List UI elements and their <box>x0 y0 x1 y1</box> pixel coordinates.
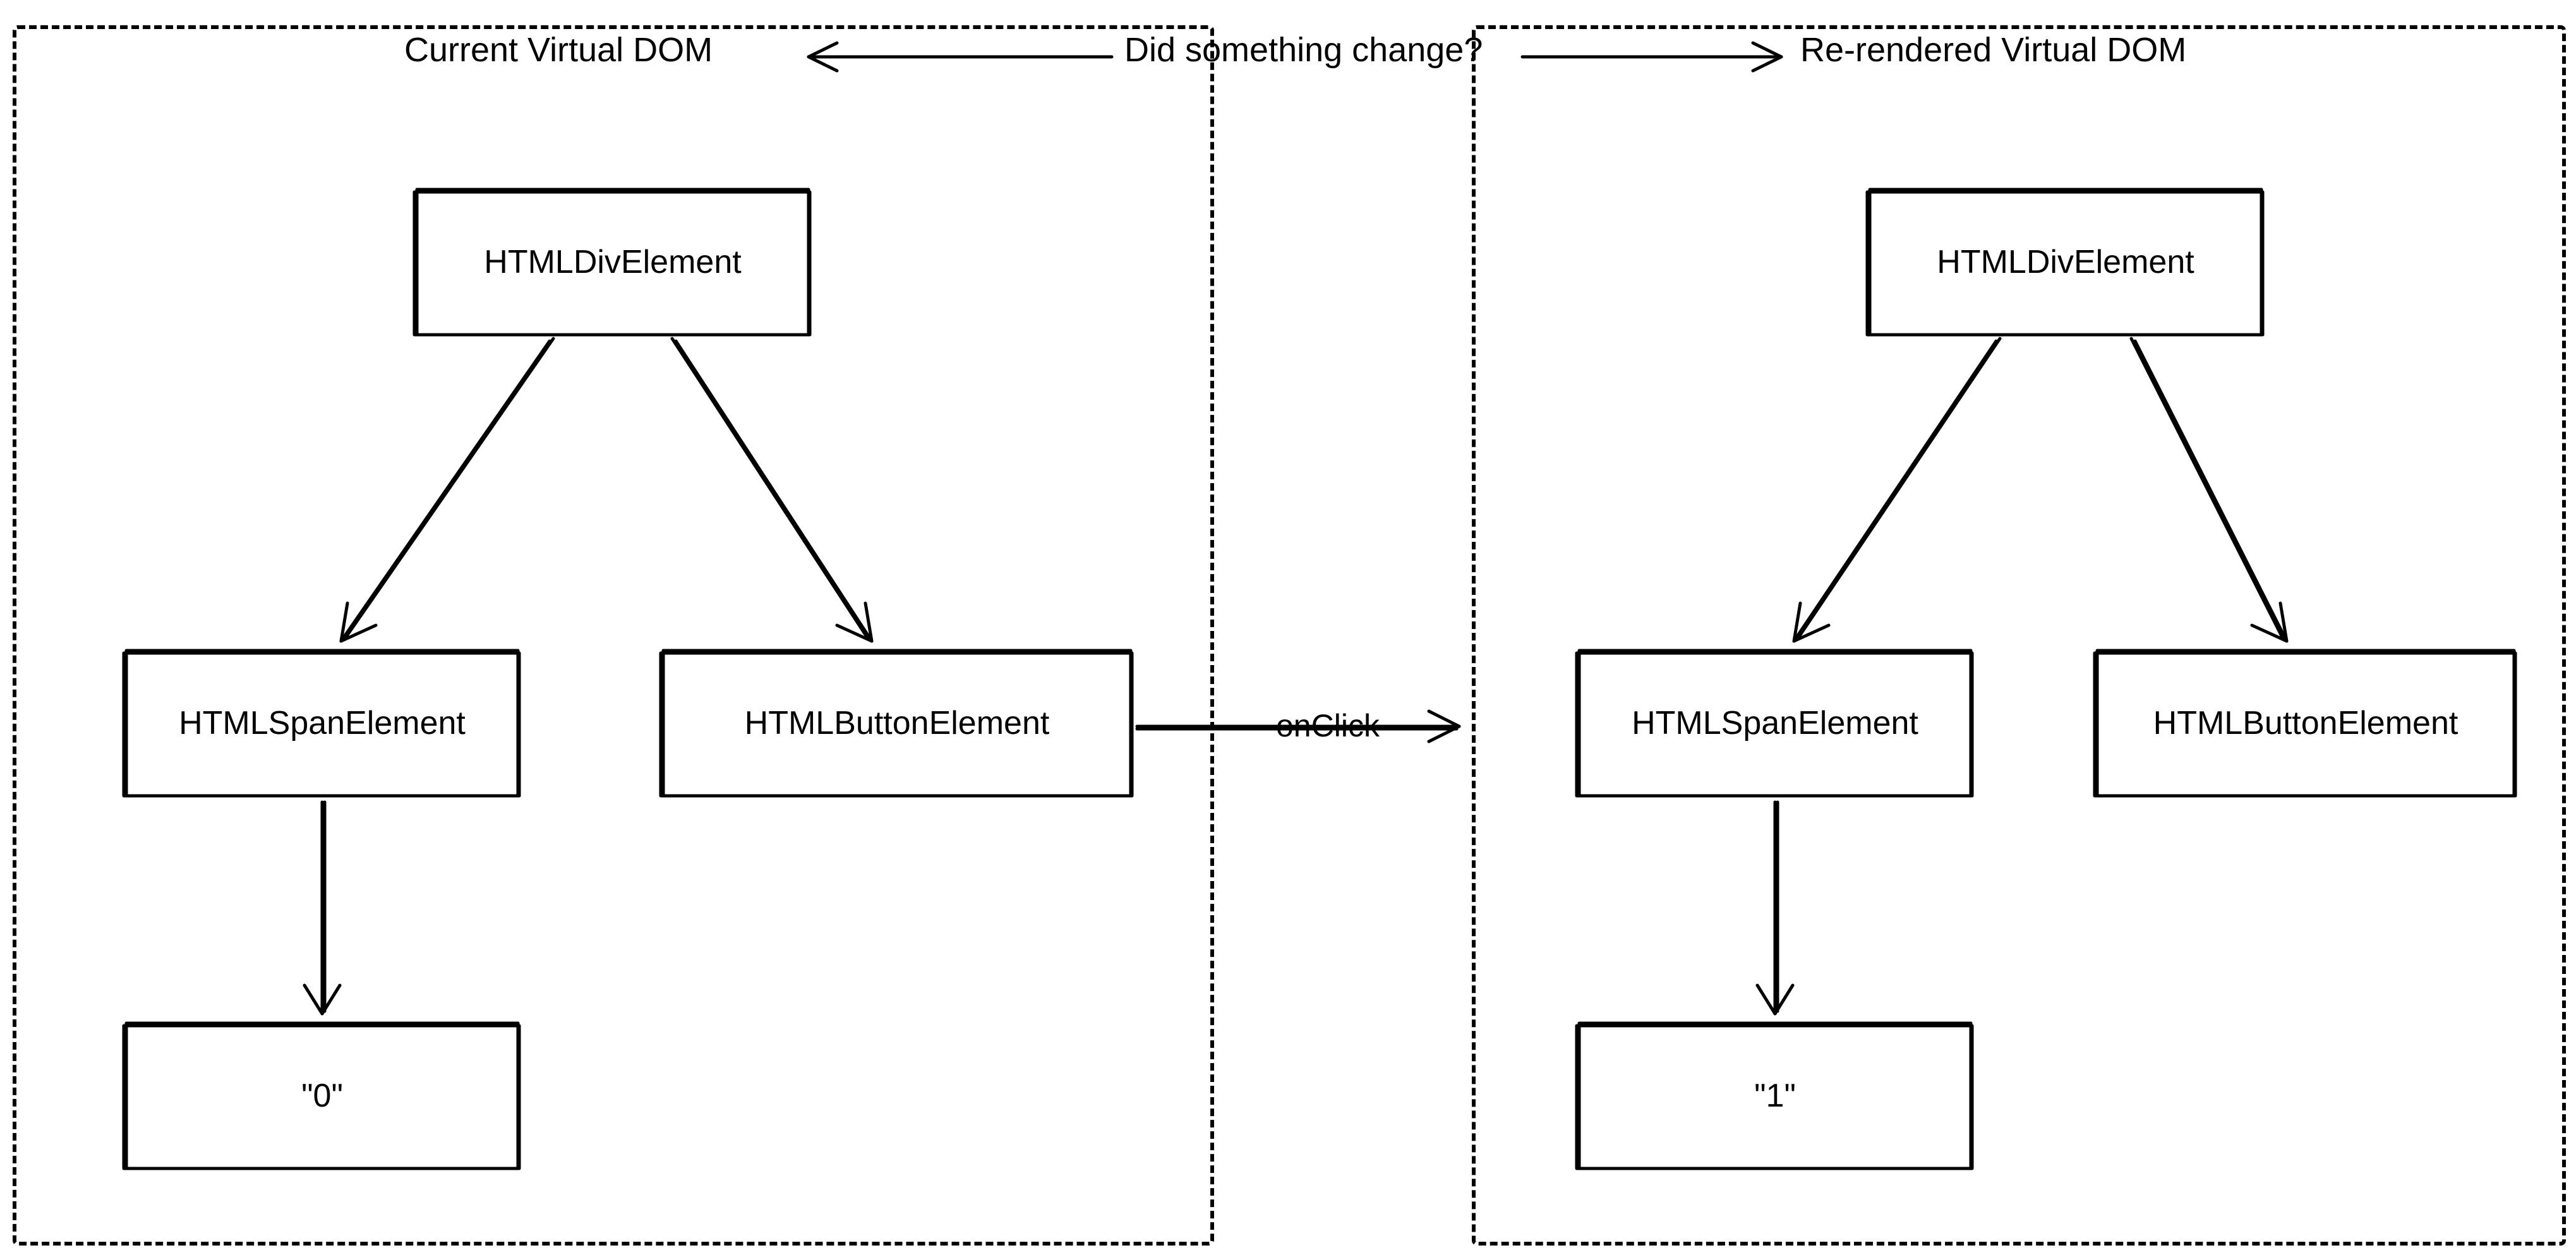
right-node-value: "1" <box>1579 1023 1971 1168</box>
left-title: Current Virtual DOM <box>404 30 713 69</box>
virtual-dom-diagram: Current Virtual DOM Re-rendered Virtual … <box>0 0 2576 1255</box>
onclick-label: onClick <box>1276 707 1380 744</box>
right-title: Re-rendered Virtual DOM <box>1800 30 2186 69</box>
center-question: Did something change? <box>1124 30 1483 69</box>
right-node-button: HTMLButtonElement <box>2097 651 2514 796</box>
left-node-button: HTMLButtonElement <box>663 651 1131 796</box>
left-node-value: "0" <box>126 1023 518 1168</box>
left-node-button-label: HTMLButtonElement <box>745 704 1050 742</box>
right-node-button-label: HTMLButtonElement <box>2153 704 2459 742</box>
left-node-span-label: HTMLSpanElement <box>179 704 466 742</box>
right-node-value-label: "1" <box>1754 1077 1796 1115</box>
left-node-div-label: HTMLDivElement <box>484 243 741 281</box>
left-node-value-label: "0" <box>301 1077 343 1115</box>
right-node-span: HTMLSpanElement <box>1579 651 1971 796</box>
right-node-span-label: HTMLSpanElement <box>1632 704 1918 742</box>
left-node-span: HTMLSpanElement <box>126 651 518 796</box>
right-node-div-label: HTMLDivElement <box>1937 243 2194 281</box>
right-node-div: HTMLDivElement <box>1870 189 2261 335</box>
left-node-div: HTMLDivElement <box>417 189 809 335</box>
